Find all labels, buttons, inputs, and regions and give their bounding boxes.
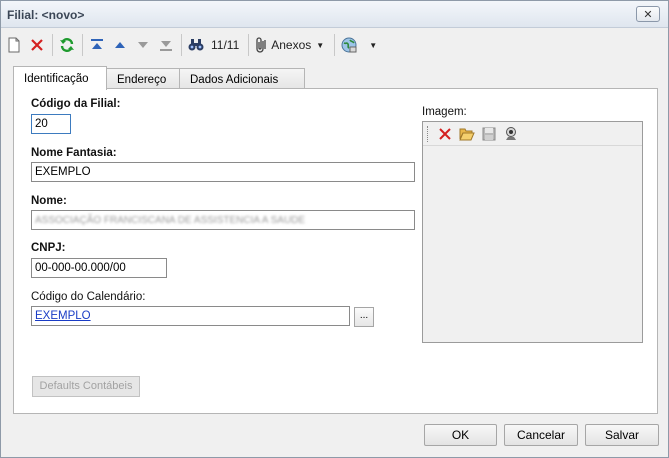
tab-label: Endereço (117, 73, 167, 86)
delete-button[interactable] (26, 33, 48, 57)
codigo-calendario-label: Código do Calendário: (31, 291, 146, 303)
binoculars-icon (188, 39, 204, 51)
save-button[interactable]: Salvar (585, 424, 659, 446)
toolbar-separator (334, 34, 336, 56)
attachments-label: Anexos (271, 38, 312, 52)
tab-identificacao[interactable]: Identificação (13, 66, 107, 90)
open-image-button[interactable] (456, 124, 478, 144)
arrow-up-icon (115, 42, 125, 48)
delete-icon (31, 39, 43, 51)
image-panel[interactable] (422, 121, 643, 343)
first-record-icon (91, 39, 103, 49)
nome-input[interactable]: ASSOCIAÇÃO FRANCISCANA DE ASSISTENCIA A … (31, 210, 415, 230)
codigo-filial-label: Código da Filial: (31, 98, 121, 110)
folder-open-icon (459, 128, 475, 140)
browse-calendar-button[interactable]: ... (354, 307, 374, 327)
window-title: Filial: <novo> (7, 8, 85, 22)
main-toolbar: 11/11 Anexos ▼ ▼ (3, 30, 666, 60)
new-document-icon (8, 37, 20, 53)
title-bar: Filial: <novo> ✕ (1, 1, 668, 28)
paperclip-icon (256, 37, 266, 53)
last-record-icon (160, 41, 172, 51)
chevron-down-icon: ▼ (316, 40, 325, 50)
delete-icon (439, 127, 451, 140)
codigo-calendario-link[interactable]: EXEMPLO (35, 310, 91, 322)
arrow-down-icon (138, 42, 148, 48)
cancel-button[interactable]: Cancelar (504, 424, 578, 446)
save-icon (482, 127, 496, 140)
webcam-icon (506, 126, 516, 140)
ok-button[interactable]: OK (424, 424, 497, 446)
nome-value: ASSOCIAÇÃO FRANCISCANA DE ASSISTENCIA A … (35, 215, 306, 226)
attachments-button[interactable]: Anexos ▼ (252, 33, 330, 57)
close-icon: ✕ (643, 8, 653, 21)
toolbar-separator (248, 34, 250, 56)
toolbar-grip (427, 125, 430, 142)
codigo-calendario-input[interactable]: EXEMPLO (31, 306, 350, 326)
nome-fantasia-input[interactable]: EXEMPLO (31, 162, 415, 182)
find-button[interactable] (185, 33, 207, 57)
tab-strip: Identificação Endereço Dados Adicionais (13, 66, 305, 90)
refresh-button[interactable] (56, 33, 78, 57)
last-record-button[interactable] (155, 33, 177, 57)
tab-label: Identificação (24, 72, 89, 85)
cnpj-label: CNPJ: (31, 242, 66, 254)
tab-endereco[interactable]: Endereço (106, 68, 180, 90)
chevron-down-icon: ▼ (369, 40, 378, 50)
toolbar-separator (181, 34, 182, 56)
tab-panel-identificacao: Código da Filial: 20 Nome Fantasia: EXEM… (13, 88, 658, 414)
tab-label: Dados Adicionais (190, 73, 279, 86)
globe-icon (341, 37, 357, 53)
nome-fantasia-label: Nome Fantasia: (31, 147, 117, 159)
next-record-button[interactable] (132, 33, 154, 57)
save-image-button[interactable] (478, 124, 500, 144)
globe-menu-button[interactable]: ▼ (338, 33, 380, 57)
remove-image-button[interactable] (434, 124, 456, 144)
image-toolbar (423, 122, 642, 146)
imagem-label: Imagem: (422, 106, 467, 118)
cnpj-input[interactable]: 00-000-00.000/00 (31, 258, 167, 278)
defaults-contabeis-button[interactable]: Defaults Contábeis (32, 376, 140, 397)
webcam-button[interactable] (500, 124, 522, 144)
toolbar-separator (52, 34, 53, 56)
tab-dados-adicionais[interactable]: Dados Adicionais (179, 68, 305, 90)
codigo-filial-input[interactable]: 20 (31, 114, 71, 134)
close-button[interactable]: ✕ (636, 6, 660, 22)
toolbar-separator (82, 34, 83, 56)
first-record-button[interactable] (86, 33, 108, 57)
dialog-window: Filial: <novo> ✕ 11/11 Anexos ▼ ▼ Identi… (0, 0, 669, 458)
record-counter: 11/11 (211, 38, 240, 52)
previous-record-button[interactable] (109, 33, 131, 57)
nome-label: Nome: (31, 195, 67, 207)
refresh-icon (60, 38, 74, 52)
new-button[interactable] (3, 33, 25, 57)
